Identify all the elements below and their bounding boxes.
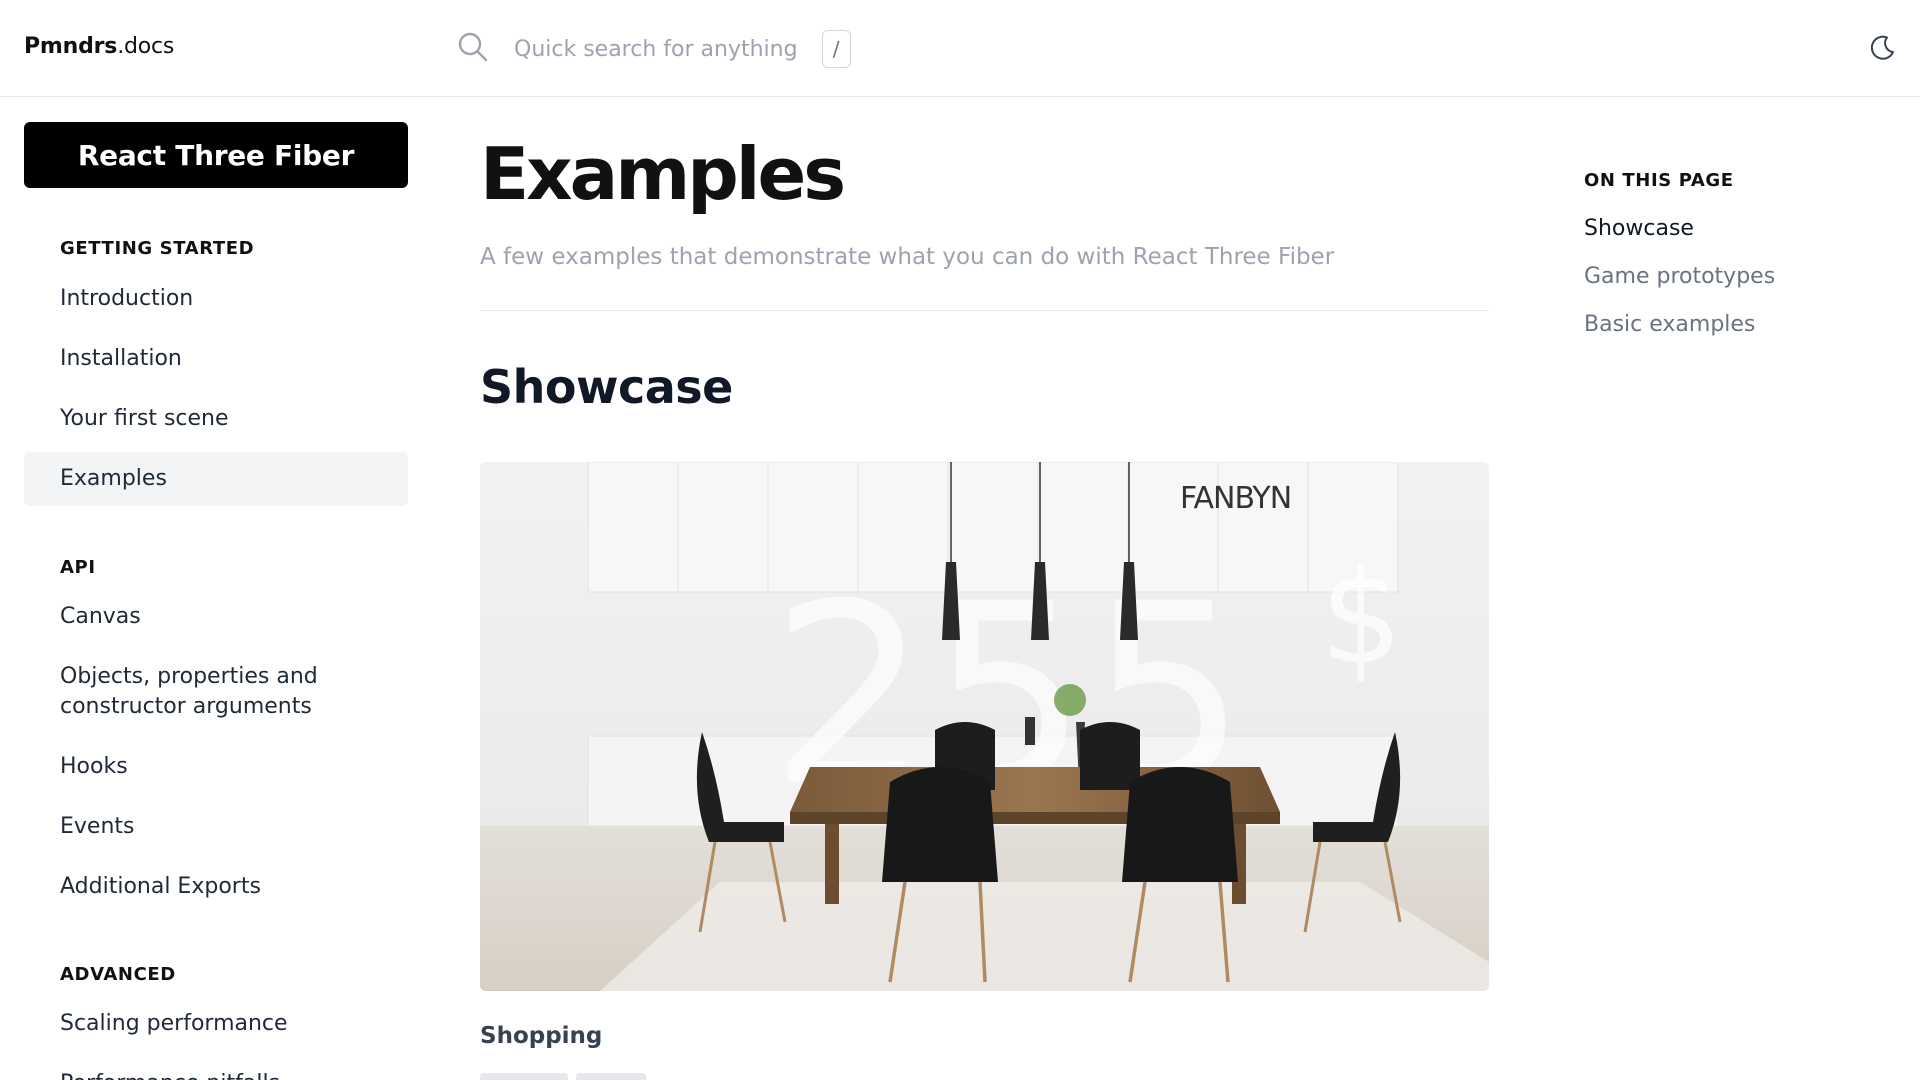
- sidebar-item-installation[interactable]: Installation: [24, 344, 408, 374]
- sidebar-item-events[interactable]: Events: [24, 812, 408, 842]
- site-logo[interactable]: Pmndrs.docs: [24, 34, 174, 59]
- section-heading-showcase: Showcase: [480, 360, 733, 414]
- sidebar-item-introduction[interactable]: Introduction: [24, 284, 408, 314]
- top-header: Pmndrs.docs Quick search for anything /: [0, 0, 1920, 97]
- section-title-getting-started: GETTING STARTED: [60, 238, 255, 259]
- toc-item-showcase[interactable]: Showcase: [1584, 216, 1694, 241]
- sidebar-item-your-first-scene[interactable]: Your first scene: [24, 404, 408, 434]
- dining-room-render: 255 $ FANBYN: [480, 462, 1489, 991]
- sidebar-item-additional-exports[interactable]: Additional Exports: [24, 872, 408, 902]
- showcase-item-title[interactable]: Shopping: [480, 1023, 602, 1049]
- section-title-advanced: ADVANCED: [60, 964, 176, 985]
- search-bar[interactable]: Quick search for anything /: [456, 28, 851, 70]
- showcase-image[interactable]: 255 $ FANBYN: [480, 462, 1489, 991]
- toc-title: ON THIS PAGE: [1584, 170, 1734, 191]
- sidebar-item-examples[interactable]: Examples: [24, 452, 408, 506]
- sidebar-item-scaling-performance[interactable]: Scaling performance: [24, 1009, 408, 1039]
- sidebar-item-objects-properties[interactable]: Objects, properties and constructor argu…: [24, 662, 364, 722]
- sidebar-item-canvas[interactable]: Canvas: [24, 602, 408, 632]
- currency-overlay: $: [1320, 541, 1403, 693]
- divider: [480, 310, 1489, 311]
- search-icon: [456, 30, 490, 68]
- search-shortcut-key: /: [821, 30, 851, 68]
- page-title: Examples: [480, 132, 846, 216]
- sidebar-item-hooks[interactable]: Hooks: [24, 752, 408, 782]
- tag-list: [480, 1073, 646, 1080]
- brand-overlay: FANBYN: [1180, 481, 1291, 516]
- search-placeholder[interactable]: Quick search for anything: [514, 37, 798, 62]
- tag[interactable]: [576, 1073, 646, 1080]
- toc-item-game-prototypes[interactable]: Game prototypes: [1584, 264, 1775, 289]
- moon-icon[interactable]: [1866, 32, 1898, 64]
- section-title-api: API: [60, 557, 96, 578]
- tag[interactable]: [480, 1073, 568, 1080]
- toc-item-basic-examples[interactable]: Basic examples: [1584, 312, 1755, 337]
- react-three-fiber-button[interactable]: React Three Fiber: [24, 122, 408, 188]
- page-description: A few examples that demonstrate what you…: [480, 244, 1335, 270]
- main-content: Examples A few examples that demonstrate…: [480, 98, 1489, 1080]
- sidebar-item-performance-pitfalls[interactable]: Performance pitfalls: [24, 1069, 408, 1080]
- sidebar: React Three Fiber GETTING STARTED Introd…: [0, 98, 432, 1080]
